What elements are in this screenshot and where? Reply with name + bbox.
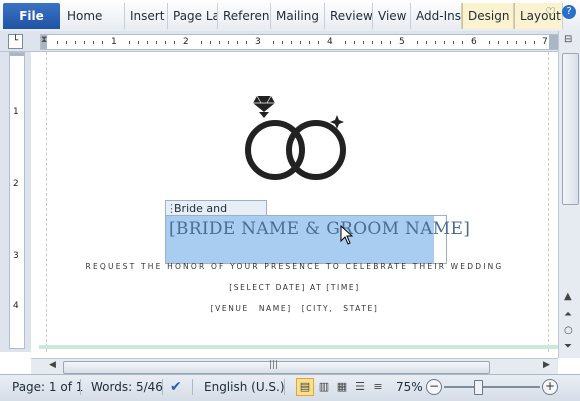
page-break-line: [39, 345, 558, 349]
ruler-toggle-icon[interactable]: ⊟: [564, 34, 572, 45]
minimize-ribbon-icon[interactable]: ♡: [545, 5, 556, 19]
invitation-line: REQUEST THE HONOR OF YOUR PRESENCE TO CE…: [85, 262, 504, 271]
vertical-scroll-thumb[interactable]: [562, 53, 579, 205]
scroll-up-icon[interactable]: ▲: [564, 291, 572, 302]
tab-view[interactable]: View: [373, 3, 411, 29]
outline-view-icon[interactable]: ☰: [352, 379, 368, 395]
venue-placeholder[interactable]: [VENUE NAME] [CITY, STATE]: [31, 304, 558, 313]
horizontal-scrollbar[interactable]: ◀ ||| ▶: [31, 358, 558, 375]
file-tab[interactable]: File: [3, 3, 60, 29]
select-browse-object-icon[interactable]: ○: [564, 325, 573, 336]
content-control-tag[interactable]: ⋮Bride and Groom: [165, 200, 267, 230]
horizontal-scroll-thumb[interactable]: |||: [63, 360, 490, 374]
date-time-placeholder[interactable]: [SELECT DATE] AT [TIME]: [31, 283, 558, 292]
help-icon[interactable]: ?: [562, 5, 576, 19]
ruler-number: 4: [327, 37, 333, 47]
drag-grip-icon[interactable]: ⋮: [166, 201, 177, 216]
ruler-number: 4: [13, 301, 19, 311]
tab-references[interactable]: Referen: [218, 3, 271, 29]
tab-review[interactable]: Review: [325, 3, 373, 29]
ruler-number: 7: [542, 37, 548, 47]
page-count[interactable]: Page: 1 of 1: [12, 375, 83, 399]
ribbon-tab-list: Home Insert Page La Referen Mailing Revi…: [62, 3, 563, 29]
zoom-in-icon[interactable]: +: [542, 379, 558, 395]
ruler-number: 3: [13, 251, 19, 261]
ruler-number: 3: [255, 37, 261, 47]
proofing-icon[interactable]: ✔: [170, 375, 182, 399]
scroll-right-icon[interactable]: ▶: [543, 360, 550, 370]
ribbon-right-controls: ♡ ?: [545, 5, 576, 19]
tab-add-ins[interactable]: Add-Ins: [411, 3, 462, 29]
previous-page-icon[interactable]: ⏶: [564, 309, 572, 320]
tab-home[interactable]: Home: [62, 3, 125, 29]
word-count[interactable]: Words: 5/46: [91, 375, 163, 399]
next-page-icon[interactable]: ⏷: [564, 341, 572, 352]
zoom-out-icon[interactable]: −: [426, 379, 442, 395]
zoom-slider-track[interactable]: [444, 386, 540, 388]
scroll-left-icon[interactable]: ◀: [49, 360, 56, 370]
wedding-rings-icon: [245, 95, 346, 180]
tab-page-layout[interactable]: Page La: [168, 3, 218, 29]
ruler-bar: └ 1 2 3 4 5 6 7 ⧗: [0, 31, 580, 52]
language-indicator[interactable]: English (U.S.): [204, 375, 285, 399]
ring-right: [286, 120, 346, 180]
vertical-ruler[interactable]: 1 2 3 4: [9, 52, 25, 349]
tab-mailings[interactable]: Mailing: [271, 3, 325, 29]
draft-view-icon[interactable]: ≡: [370, 379, 386, 395]
tab-selector-icon[interactable]: └: [8, 34, 23, 49]
print-layout-icon[interactable]: ▤: [296, 378, 314, 396]
ruler-number: 1: [111, 37, 117, 47]
ruler-number: 2: [183, 37, 189, 47]
tab-insert[interactable]: Insert: [125, 3, 168, 29]
zoom-slider-thumb[interactable]: [474, 380, 483, 395]
full-screen-reading-icon[interactable]: ▥: [316, 379, 332, 395]
ruler-number: 2: [13, 179, 19, 189]
bride-groom-content-control[interactable]: [BRIDE NAME & GROOM NAME]: [165, 215, 470, 264]
document-page[interactable]: ⋮Bride and Groom [BRIDE NAME & GROOM NAM…: [31, 52, 558, 352]
ribbon-tabs-bar: File Home Insert Page La Referen Mailing…: [0, 0, 580, 32]
zoom-level[interactable]: 75%: [396, 375, 423, 399]
indent-marker-icon[interactable]: ⧗: [41, 35, 47, 45]
ruler-number: 1: [13, 107, 19, 117]
diamond-shape: [253, 96, 275, 112]
thumb-grip-icon: |||: [269, 360, 279, 370]
mouse-pointer-icon: [340, 225, 354, 245]
bride-groom-placeholder[interactable]: [BRIDE NAME & GROOM NAME]: [169, 219, 470, 239]
horizontal-ruler[interactable]: 1 2 3 4 5 6 7 ⧗: [40, 34, 560, 50]
ruler-number: 5: [399, 37, 405, 47]
vertical-scrollbar[interactable]: ⊟ ▲ ⏶ ○ ⏷: [558, 31, 580, 358]
web-layout-icon[interactable]: ▦: [334, 379, 350, 395]
tab-design[interactable]: Design: [462, 3, 514, 29]
ruler-number: 6: [471, 37, 477, 47]
status-bar: Page: 1 of 1 Words: 5/46 ✔ English (U.S.…: [0, 374, 580, 401]
